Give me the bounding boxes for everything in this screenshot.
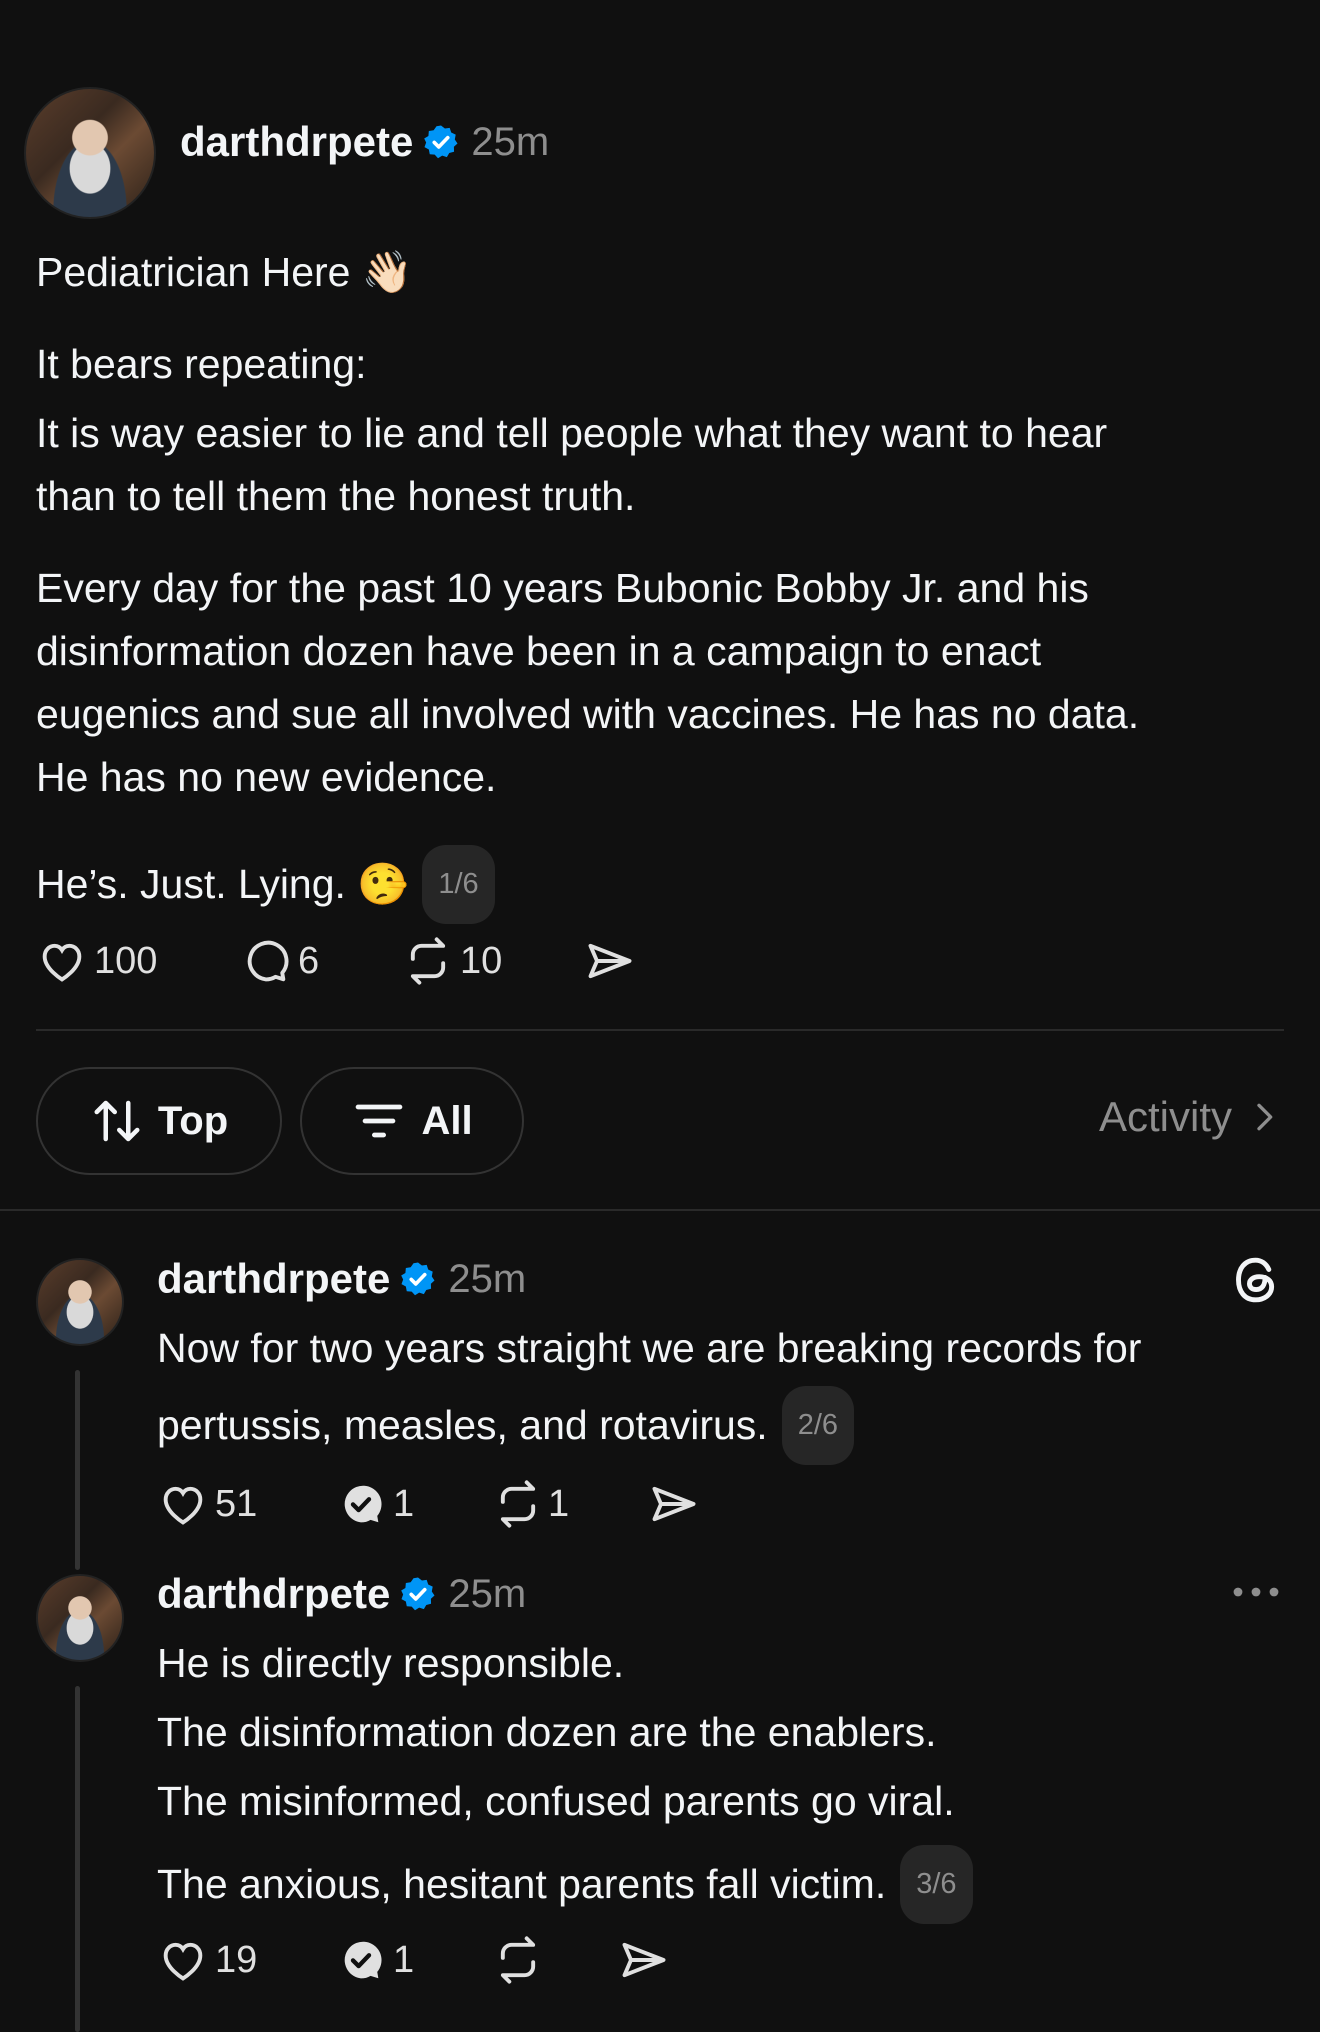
reply-username[interactable]: darthdrpete (157, 1570, 390, 1618)
post-line: He has no new evidence. (36, 754, 497, 800)
reply-line: The disinformation dozen are the enabler… (157, 1709, 937, 1755)
verified-badge-icon (401, 1577, 435, 1611)
like-button[interactable]: 19 (157, 1934, 257, 1986)
reply-header: darthdrpete 25m (157, 1255, 526, 1303)
threads-logo-icon[interactable] (1228, 1252, 1284, 1308)
more-options-icon[interactable] (1232, 1580, 1280, 1604)
send-icon (622, 1942, 666, 1978)
post-line: eugenics and sue all involved with vacci… (36, 691, 1140, 737)
comment-button[interactable]: 6 (240, 935, 319, 987)
send-icon (652, 1486, 696, 1522)
author-username[interactable]: darthdrpete (180, 118, 413, 166)
post-line: Pediatrician Here 👋🏻 (36, 249, 413, 295)
verified-badge-icon (424, 125, 458, 159)
author-avatar[interactable] (24, 87, 156, 219)
thread-page-badge: 2/6 (781, 1386, 855, 1465)
repost-icon (500, 1480, 536, 1528)
sort-label: Top (157, 1098, 229, 1143)
repost-count: 1 (548, 1482, 570, 1525)
repost-icon (500, 1936, 536, 1984)
comment-count: 1 (393, 1482, 415, 1525)
reply-line: The anxious, hesitant parents fall victi… (157, 1861, 887, 1907)
thread-connector (75, 1370, 80, 1570)
chevron-right-icon (1257, 1103, 1273, 1131)
section-divider (0, 1209, 1320, 1211)
heart-icon (163, 1486, 203, 1525)
repost-button[interactable]: 10 (402, 935, 502, 987)
verified-badge-icon (401, 1262, 435, 1296)
like-count: 19 (215, 1938, 258, 1981)
replied-comment-icon (344, 1485, 382, 1523)
heart-icon (163, 1942, 203, 1981)
reply-avatar[interactable] (36, 1258, 124, 1346)
share-button[interactable] (584, 935, 636, 987)
reply-avatar[interactable] (36, 1574, 124, 1662)
filter-label: All (421, 1098, 473, 1143)
comment-button[interactable]: 1 (335, 1478, 414, 1530)
reply-username[interactable]: darthdrpete (157, 1255, 390, 1303)
reply-last-line: pertussis, measles, and rotavirus. 2/6 (157, 1386, 855, 1465)
like-button[interactable]: 100 (36, 935, 157, 987)
post-line: He’s. Just. Lying. 🤥 (36, 861, 409, 907)
like-count: 100 (94, 939, 158, 982)
post-line: than to tell them the honest truth. (36, 473, 636, 519)
reply-line: pertussis, measles, and rotavirus. (157, 1402, 768, 1448)
reply-timestamp: 25m (448, 1256, 527, 1301)
post-line: Every day for the past 10 years Bubonic … (36, 565, 1089, 611)
reply-timestamp: 25m (448, 1571, 527, 1616)
repost-button[interactable]: 1 (492, 1478, 569, 1530)
post-last-line: He’s. Just. Lying. 🤥 1/6 (36, 845, 495, 924)
comment-button[interactable]: 1 (335, 1934, 414, 1986)
replied-comment-icon (344, 1941, 382, 1979)
repost-button[interactable] (492, 1934, 544, 1986)
heart-icon (42, 943, 82, 982)
reply-header: darthdrpete 25m (157, 1570, 526, 1618)
activity-link[interactable]: Activity (1099, 1093, 1284, 1141)
activity-label: Activity (1098, 1093, 1232, 1140)
post-line: It bears repeating: (36, 341, 367, 387)
share-button[interactable] (618, 1934, 670, 1986)
thread-page-badge: 3/6 (900, 1845, 973, 1924)
sort-arrows-icon (94, 1100, 140, 1142)
thread-connector (75, 1686, 80, 2032)
send-icon (588, 943, 632, 979)
reply-line: Now for two years straight we are breaki… (157, 1325, 1142, 1371)
divider (36, 1029, 1284, 1031)
filter-all-button[interactable]: All (300, 1067, 524, 1175)
thread-page-badge: 1/6 (422, 845, 495, 924)
reply-line: The misinformed, confused parents go vir… (157, 1778, 955, 1824)
comment-icon (247, 940, 289, 982)
reply-last-line: The anxious, hesitant parents fall victi… (157, 1845, 973, 1924)
post-line: disinformation dozen have been in a camp… (36, 628, 1042, 674)
comment-count: 1 (393, 1938, 415, 1981)
share-button[interactable] (648, 1478, 700, 1530)
repost-icon (410, 937, 446, 985)
post-line: It is way easier to lie and tell people … (36, 410, 1108, 456)
post-header: darthdrpete 25m (180, 118, 549, 166)
filter-lines-icon (356, 1104, 403, 1138)
like-count: 51 (215, 1482, 258, 1525)
sort-top-button[interactable]: Top (36, 1067, 282, 1175)
repost-count: 10 (460, 939, 503, 982)
like-button[interactable]: 51 (157, 1478, 257, 1530)
reply-line: He is directly responsible. (157, 1640, 625, 1686)
comment-count: 6 (298, 939, 320, 982)
post-timestamp: 25m (471, 119, 550, 164)
